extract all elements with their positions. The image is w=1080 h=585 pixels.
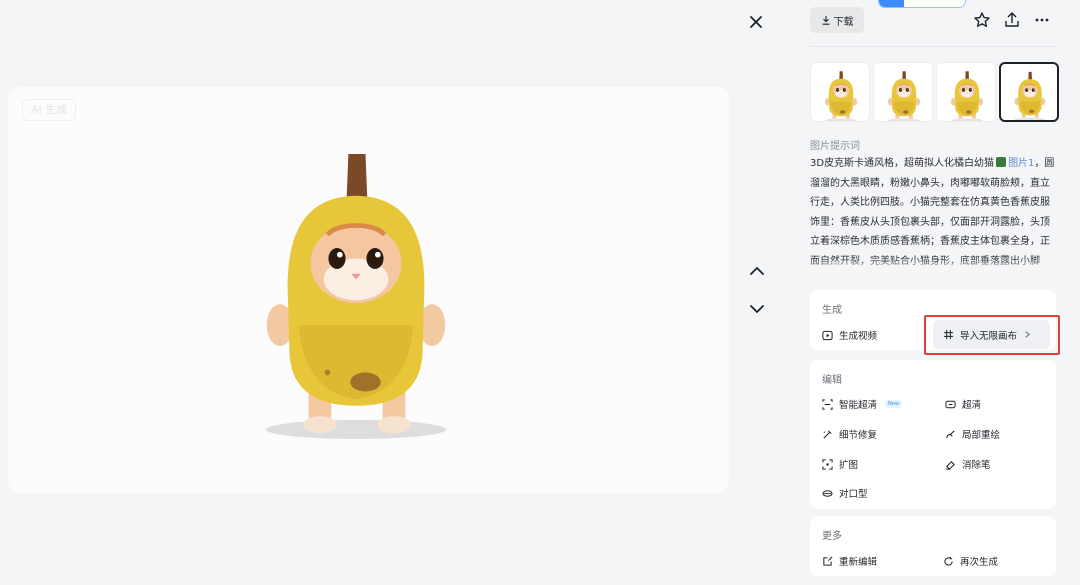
highlight-box [924,315,1060,355]
chevron-up-icon[interactable] [745,259,769,283]
lip-sync-label: 对口型 [839,489,868,500]
generate-video-button[interactable]: 生成视频 [822,328,877,342]
smart-hd-label: 智能超清 [839,400,878,411]
close-icon[interactable] [744,10,768,34]
prompt-fade [810,258,1056,274]
prompt-text-part1: 3D皮克斯卡通风格，超萌拟人化橘白幼猫 [810,158,995,169]
reedit-icon [823,556,833,566]
banana-cat-image [8,87,729,493]
more-card: 更多 重新编辑 再次生成 [810,516,1056,576]
thumbnail-4-selected[interactable] [999,62,1059,122]
image-canvas[interactable]: AI 生成 [8,87,729,493]
smart-hd-icon [822,398,833,410]
expand-label: 扩图 [839,460,859,471]
top-toggle[interactable] [878,0,966,8]
hd-label: 超清 [962,400,982,411]
lip-sync-icon [822,489,833,497]
reedit-label: 重新编辑 [839,557,878,568]
hd-icon [945,400,956,408]
divider [810,46,1056,47]
image-viewer: AI 生成 [0,0,790,585]
prompt-title: 图片提示词 [810,141,860,152]
refresh-icon [944,556,953,566]
reference-image-icon [996,157,1007,167]
generate-title: 生成 [822,305,842,316]
detail-repair-button[interactable]: 细节修复 [822,427,877,441]
lip-sync-button[interactable]: 对口型 [822,486,868,500]
prompt-text-part2: ，圆溜溜的大黑眼睛，粉嫩小鼻头，肉嘟嘟软萌脸颊，直立行走，人类比例四肢。小猫完整… [810,158,1055,267]
expand-icon [822,458,833,470]
repaint-icon [946,429,955,438]
reference-tag[interactable]: 图片1 [1008,158,1034,169]
regenerate-label: 再次生成 [960,557,999,568]
reedit-button[interactable]: 重新编辑 [822,554,877,568]
details-panel: 下载 图片提示词 3D皮克斯卡通风格，超萌拟人化橘白幼猫 图片1，圆溜溜的大黑眼睛… [790,0,1080,585]
partial-repaint-button[interactable]: 局部重绘 [945,427,1000,441]
edit-title: 编辑 [822,375,842,386]
hd-button[interactable]: 超清 [945,397,981,411]
prompt-text[interactable]: 3D皮克斯卡通风格，超萌拟人化橘白幼猫 图片1，圆溜溜的大黑眼睛，粉嫩小鼻头，肉嘟… [810,154,1056,272]
detail-repair-label: 细节修复 [839,430,878,441]
thumbnail-2[interactable] [873,62,933,122]
thumbnail-3[interactable] [936,62,996,122]
regenerate-button[interactable]: 再次生成 [943,554,998,568]
download-icon [822,15,829,25]
new-badge: New [885,400,902,408]
eraser-icon [945,460,955,470]
share-icon[interactable] [1002,10,1022,30]
repair-icon [823,429,832,439]
ai-watermark: AI 生成 [22,99,77,121]
smart-hd-button[interactable]: 智能超清 New [822,397,902,411]
chevron-down-icon[interactable] [745,297,769,321]
partial-repaint-label: 局部重绘 [962,430,1001,441]
download-label: 下载 [833,16,854,28]
edit-card: 编辑 智能超清 New 超清 细节修复 局部重绘 扩图 消除笔 对口型 [810,360,1056,509]
generate-video-label: 生成视频 [839,331,878,342]
eraser-label: 消除笔 [962,460,991,471]
star-icon[interactable] [972,10,992,30]
more-title: 更多 [822,531,842,542]
thumbnail-strip [810,62,1059,122]
thumbnail-1[interactable] [810,62,870,122]
more-icon[interactable] [1032,10,1052,30]
download-button[interactable]: 下载 [810,7,864,33]
expand-button[interactable]: 扩图 [822,457,858,471]
video-icon [822,330,833,340]
eraser-button[interactable]: 消除笔 [945,457,991,471]
